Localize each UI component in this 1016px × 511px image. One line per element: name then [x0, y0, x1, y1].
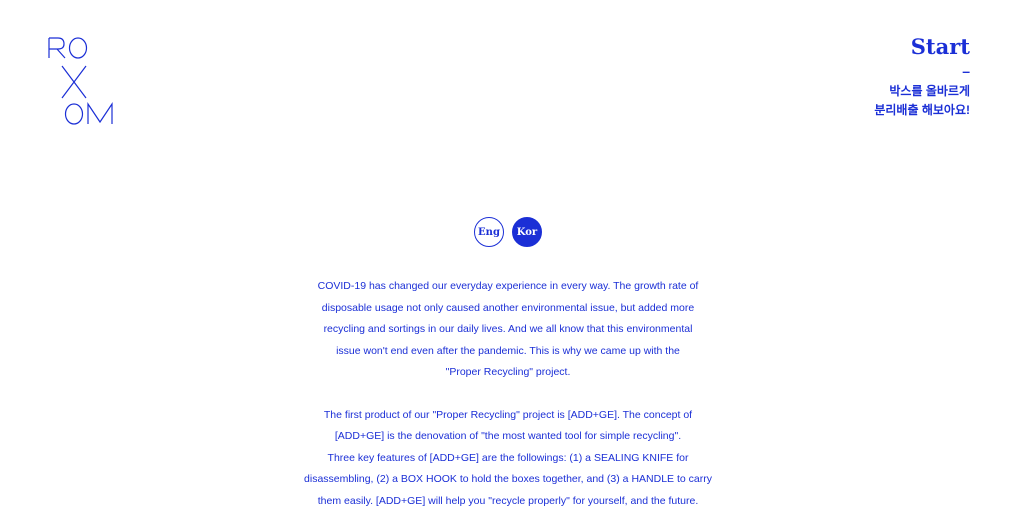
roxom-logo-icon — [48, 37, 113, 125]
text-line: Three key features of [ADD+GE] are the f… — [327, 451, 689, 464]
text-line: [ADD+GE] is the denovation of "the most … — [334, 430, 682, 442]
start-subtitle-line1: 박스를 올바르게 — [889, 84, 970, 98]
intro-text: COVID-19 has changed our everyday experi… — [0, 276, 1016, 511]
start-block: Start – 박스를 올바르게 분리배출 해보아요! — [874, 34, 970, 120]
text-line: "Proper Recycling" project. — [445, 366, 571, 378]
language-switch: Eng Kor — [0, 217, 1016, 247]
text-line: recycling and sortings in our daily live… — [323, 323, 693, 335]
text-line: disposable usage not only caused another… — [321, 301, 695, 314]
roxom-logo[interactable] — [48, 36, 120, 126]
start-subtitle: 박스를 올바르게 분리배출 해보아요! — [874, 82, 970, 120]
text-line: them easily. [ADD+GE] will help you "rec… — [317, 494, 699, 507]
text-line: issue won't end even after the pandemic.… — [336, 344, 680, 357]
start-subtitle-line2: 분리배출 해보아요! — [874, 103, 970, 117]
start-dash: – — [962, 63, 970, 79]
intro-paragraph-1: COVID-19 has changed our everyday experi… — [0, 276, 1016, 384]
lang-eng-button[interactable]: Eng — [474, 217, 504, 247]
start-link[interactable]: Start — [874, 34, 970, 60]
lang-kor-button[interactable]: Kor — [512, 217, 542, 247]
text-line: disassembling, (2) a BOX HOOK to hold th… — [304, 473, 712, 485]
text-line: The first product of our "Proper Recycli… — [323, 408, 693, 421]
page: Start – 박스를 올바르게 분리배출 해보아요! Eng Kor COVI… — [0, 0, 1016, 511]
text-line: COVID-19 has changed our everyday experi… — [317, 280, 699, 292]
intro-paragraph-2: The first product of our "Proper Recycli… — [0, 405, 1016, 511]
